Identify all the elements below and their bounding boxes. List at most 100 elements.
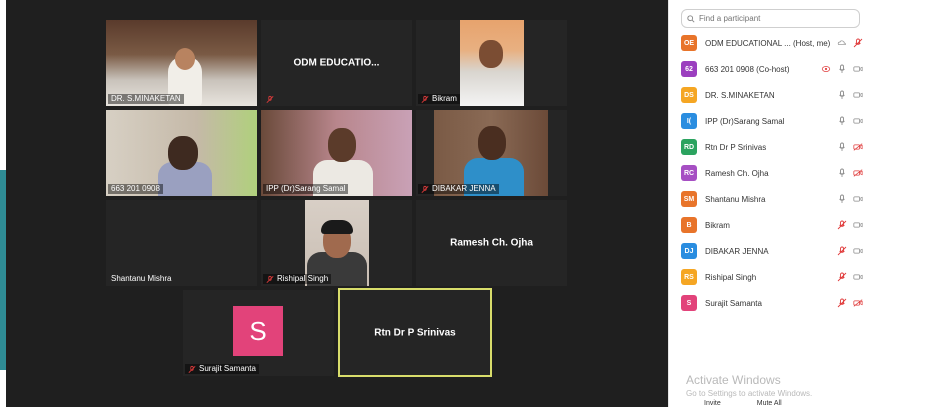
video-icon[interactable]: [853, 116, 863, 126]
mic-muted-icon[interactable]: [837, 272, 847, 282]
video-off-icon[interactable]: [853, 142, 863, 152]
video-off-icon[interactable]: [853, 168, 863, 178]
participant-display-name: Ramesh Ch. Ojha: [450, 237, 533, 249]
participant-avatar: 62: [681, 61, 697, 77]
person-head: [168, 136, 198, 170]
video-icon[interactable]: [853, 220, 863, 230]
participant-row[interactable]: I( IPP (Dr)Sarang Samal: [669, 108, 869, 134]
video-icon[interactable]: [853, 246, 863, 256]
participant-controls: [837, 116, 863, 126]
participant-row[interactable]: RD Rtn Dr P Srinivas: [669, 134, 869, 160]
video-tile[interactable]: Ramesh Ch. Ojha: [416, 200, 567, 286]
participant-name: Rishipal Singh: [277, 274, 329, 283]
participant-row[interactable]: 62 663 201 0908 (Co-host): [669, 56, 869, 82]
participant-name: Rtn Dr P Srinivas: [705, 142, 767, 152]
participant-name: DIBAKAR JENNA: [432, 184, 496, 193]
mic-muted-icon[interactable]: [837, 246, 847, 256]
activate-windows-title: Activate Windows: [686, 373, 781, 387]
participant-name: DR. S.MINAKETAN: [705, 90, 775, 100]
video-gallery: DR. S.MINAKETAN ODM EDUCATIO... Bikram 6…: [6, 0, 668, 407]
participant-avatar: I(: [681, 113, 697, 129]
video-icon[interactable]: [853, 194, 863, 204]
headwrap: [321, 220, 353, 234]
participant-controls: [837, 246, 863, 256]
video-tile[interactable]: S Surajit Samanta: [183, 290, 334, 376]
participant-row[interactable]: RC Ramesh Ch. Ojha: [669, 160, 869, 186]
participant-controls: [837, 220, 863, 230]
search-box[interactable]: [681, 9, 860, 28]
participant-display-name: ODM EDUCATIO...: [293, 57, 380, 69]
participant-controls: [837, 142, 863, 152]
video-tile[interactable]: 663 201 0908: [106, 110, 257, 196]
mic-muted-icon[interactable]: [837, 220, 847, 230]
participant-name: IPP (Dr)Sarang Samal: [266, 184, 346, 193]
participant-name: ODM EDUCATIONAL ... (Host, me): [705, 38, 831, 48]
participant-avatar: SM: [681, 191, 697, 207]
participant-row[interactable]: B Bikram: [669, 212, 869, 238]
video-tile[interactable]: Shantanu Mishra: [106, 200, 257, 286]
participant-name: DR. S.MINAKETAN: [111, 94, 181, 103]
active-speaker-tile[interactable]: Rtn Dr P Srinivas: [338, 288, 492, 377]
participant-name: 663 201 0908 (Co-host): [705, 64, 790, 74]
video-tile[interactable]: Rishipal Singh: [261, 200, 412, 286]
participant-name: IPP (Dr)Sarang Samal: [705, 116, 785, 126]
participant-avatar: S: [681, 295, 697, 311]
participant-avatar: DJ: [681, 243, 697, 259]
participant-controls: [821, 64, 863, 74]
recording-icon: [821, 66, 831, 72]
mic-icon[interactable]: [837, 90, 847, 100]
video-tile[interactable]: Bikram: [416, 20, 567, 106]
participant-row[interactable]: SM Shantanu Mishra: [669, 186, 869, 212]
participant-avatar: S: [233, 306, 283, 356]
participant-name: Bikram: [432, 94, 457, 103]
mic-icon[interactable]: [837, 116, 847, 126]
video-tile[interactable]: IPP (Dr)Sarang Samal: [261, 110, 412, 196]
mic-icon[interactable]: [837, 194, 847, 204]
participant-name: Surajit Samanta: [705, 298, 762, 308]
participant-avatar: OE: [681, 35, 697, 51]
video-tile[interactable]: DR. S.MINAKETAN: [106, 20, 257, 106]
person-head: [328, 128, 356, 162]
video-icon[interactable]: [853, 64, 863, 74]
video-tile[interactable]: ODM EDUCATIO...: [261, 20, 412, 106]
participant-avatar: DS: [681, 87, 697, 103]
participant-name: Shantanu Mishra: [111, 274, 172, 283]
mute-all-button[interactable]: Mute All: [757, 400, 782, 407]
mic-muted-icon: [266, 95, 274, 103]
blank-area: [868, 0, 932, 407]
mic-icon[interactable]: [837, 142, 847, 152]
participant-avatar: RD: [681, 139, 697, 155]
participant-search-input[interactable]: [699, 14, 849, 23]
participant-name: Rishipal Singh: [705, 272, 757, 282]
participant-name: Shantanu Mishra: [705, 194, 766, 204]
participant-row[interactable]: OE ODM EDUCATIONAL ... (Host, me): [669, 30, 869, 56]
video-icon[interactable]: [853, 90, 863, 100]
participant-name: DIBAKAR JENNA: [705, 246, 769, 256]
participant-row[interactable]: S Surajit Samanta: [669, 290, 869, 316]
participant-controls: [837, 272, 863, 282]
mic-icon[interactable]: [837, 64, 847, 74]
participant-controls: [837, 194, 863, 204]
search-icon: [687, 14, 695, 23]
video-icon[interactable]: [853, 272, 863, 282]
video-off-icon[interactable]: [853, 298, 863, 308]
participant-avatar: B: [681, 217, 697, 233]
participant-row[interactable]: DS DR. S.MINAKETAN: [669, 82, 869, 108]
participant-controls: [837, 38, 863, 48]
participant-display-name: Rtn Dr P Srinivas: [374, 327, 456, 338]
participant-row[interactable]: DJ DIBAKAR JENNA: [669, 238, 869, 264]
participant-avatar: RC: [681, 165, 697, 181]
mic-muted-icon: [188, 365, 196, 373]
participant-name: Ramesh Ch. Ojha: [705, 168, 769, 178]
cloud-share-icon[interactable]: [837, 38, 847, 48]
participant-name: Bikram: [705, 220, 730, 230]
mic-muted-icon[interactable]: [853, 38, 863, 48]
mic-muted-icon[interactable]: [837, 298, 847, 308]
participant-controls: [837, 298, 863, 308]
participant-name: Surajit Samanta: [199, 364, 256, 373]
invite-button[interactable]: Invite: [704, 400, 721, 407]
video-tile[interactable]: DIBAKAR JENNA: [416, 110, 567, 196]
mic-icon[interactable]: [837, 168, 847, 178]
participant-row[interactable]: RS Rishipal Singh: [669, 264, 869, 290]
panel-footer: Invite Mute All: [704, 400, 782, 407]
